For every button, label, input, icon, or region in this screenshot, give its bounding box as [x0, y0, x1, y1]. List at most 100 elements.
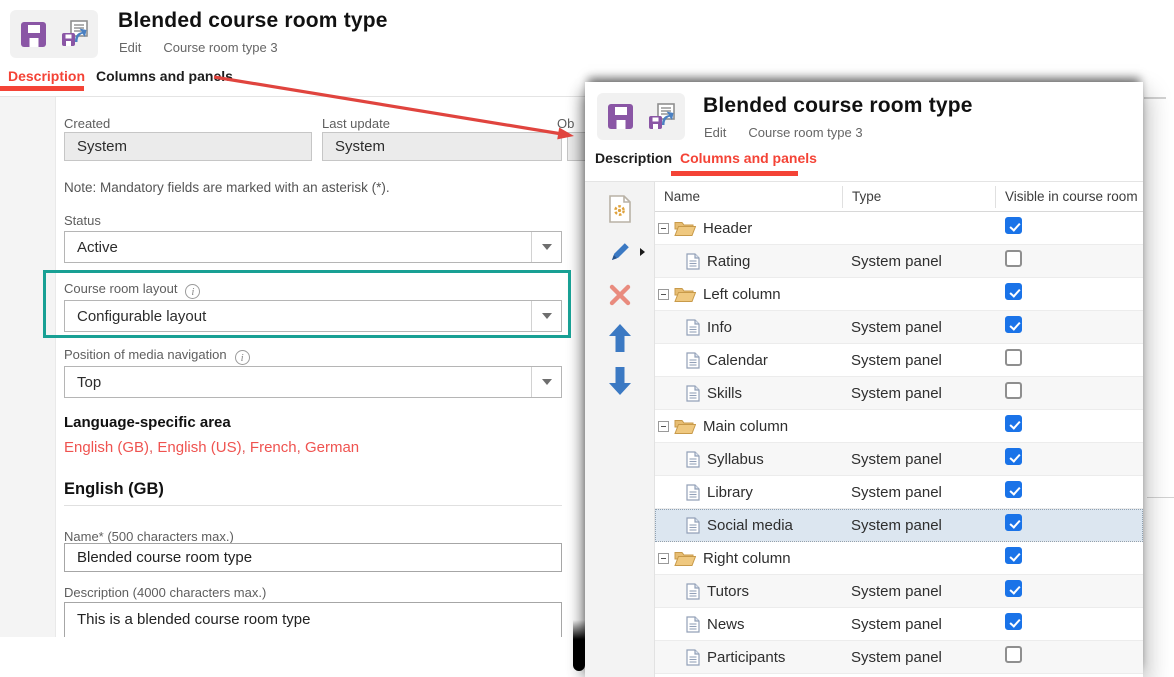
visible-checkbox[interactable] — [1005, 514, 1022, 531]
delete-button[interactable] — [603, 280, 637, 310]
info-icon[interactable]: i — [185, 284, 200, 299]
page-edge-fragment — [1147, 497, 1174, 498]
column-header-type[interactable]: Type — [842, 186, 995, 208]
info-icon[interactable]: i — [235, 350, 250, 365]
left-gutter — [0, 97, 56, 637]
document-icon — [686, 253, 700, 270]
visible-checkbox[interactable] — [1005, 250, 1022, 267]
save-button[interactable] — [20, 21, 47, 48]
tab-description[interactable]: Description — [595, 150, 672, 166]
table-row[interactable]: Left column — [655, 278, 1143, 311]
collapse-icon[interactable] — [658, 223, 669, 234]
document-icon — [686, 616, 700, 633]
table-row[interactable]: CalendarSystem panel — [655, 344, 1143, 377]
visible-checkbox[interactable] — [1005, 646, 1022, 663]
table-row[interactable]: Right column — [655, 542, 1143, 575]
visible-checkbox[interactable] — [1005, 316, 1022, 333]
row-type: System panel — [842, 385, 995, 402]
page-title: Blended course room type — [118, 9, 388, 33]
description-input[interactable]: This is a blended course room type — [64, 602, 562, 637]
page-edge-fragment — [1144, 97, 1166, 99]
tab-columns-and-panels[interactable]: Columns and panels — [680, 150, 817, 166]
save-and-close-icon — [648, 103, 676, 131]
visible-checkbox[interactable] — [1005, 283, 1022, 300]
folder-open-icon — [674, 550, 696, 567]
flyout-arrow-icon — [640, 248, 645, 256]
row-name: Main column — [703, 418, 788, 435]
panel-document-icon — [686, 583, 700, 600]
tab-description[interactable]: Description — [8, 68, 85, 84]
table-row[interactable]: ParticipantsSystem panel — [655, 641, 1143, 674]
language-link[interactable]: French — [250, 439, 297, 456]
panel-document-icon — [686, 253, 700, 270]
save-button[interactable] — [607, 103, 634, 130]
column-header-name[interactable]: Name — [655, 186, 842, 208]
language-separator: , — [242, 439, 250, 456]
breadcrumb: EditCourse room type 3 — [119, 40, 278, 55]
panel-document-icon — [686, 517, 700, 534]
visible-checkbox[interactable] — [1005, 580, 1022, 597]
row-type: System panel — [842, 616, 995, 633]
table-row[interactable]: InfoSystem panel — [655, 311, 1143, 344]
visible-checkbox[interactable] — [1005, 613, 1022, 630]
panel-document-icon — [686, 385, 700, 402]
edit-pencil-icon — [608, 240, 632, 264]
language-link[interactable]: English (GB) — [64, 439, 149, 456]
folder-icon — [674, 286, 696, 303]
edit-button[interactable] — [603, 237, 637, 267]
visible-checkbox[interactable] — [1005, 547, 1022, 564]
collapse-icon[interactable] — [658, 289, 669, 300]
language-link[interactable]: German — [305, 439, 359, 456]
active-tab-underline — [0, 86, 84, 91]
name-input[interactable]: Blended course room type — [64, 543, 562, 572]
table-row[interactable]: TutorsSystem panel — [655, 575, 1143, 608]
visible-checkbox[interactable] — [1005, 415, 1022, 432]
move-down-icon — [608, 366, 632, 396]
columns-panel-window: Blended course room type EditCourse room… — [585, 82, 1143, 677]
document-icon — [686, 319, 700, 336]
visible-checkbox[interactable] — [1005, 382, 1022, 399]
move-up-button[interactable] — [603, 323, 637, 353]
table-row[interactable]: Header — [655, 212, 1143, 245]
chevron-down-icon — [531, 301, 561, 331]
row-name: Info — [707, 319, 732, 336]
move-down-button[interactable] — [603, 366, 637, 396]
save-icon — [20, 21, 47, 48]
visible-checkbox[interactable] — [1005, 349, 1022, 366]
row-type: System panel — [842, 484, 995, 501]
row-name: Library — [707, 484, 753, 501]
save-and-close-button[interactable] — [648, 103, 676, 131]
table-row[interactable]: Rating System panel — [655, 245, 1143, 278]
course-room-layout-select[interactable]: Configurable layout — [64, 300, 562, 332]
table-row[interactable]: SyllabusSystem panel — [655, 443, 1143, 476]
language-link[interactable]: English (US) — [157, 439, 241, 456]
status-select[interactable]: Active — [64, 231, 562, 263]
language-area-heading: Language-specific area — [64, 414, 231, 431]
table-row[interactable]: NewsSystem panel — [655, 608, 1143, 641]
section-rule — [64, 505, 562, 506]
folder-icon — [674, 550, 696, 567]
save-icon — [607, 103, 634, 130]
table-row[interactable]: Library System panel — [655, 476, 1143, 509]
folder-open-icon — [674, 418, 696, 435]
row-type: System panel — [842, 253, 995, 270]
folder-icon — [674, 220, 696, 237]
row-name: Syllabus — [707, 451, 764, 468]
chevron-down-icon — [531, 367, 561, 397]
collapse-icon[interactable] — [658, 421, 669, 432]
table-row[interactable]: Social mediaSystem panel — [655, 509, 1143, 542]
created-field: System — [64, 132, 312, 161]
new-panel-button[interactable] — [603, 194, 637, 224]
media-nav-select[interactable]: Top — [64, 366, 562, 398]
table-row[interactable]: SkillsSystem panel — [655, 377, 1143, 410]
tab-columns-and-panels[interactable]: Columns and panels — [96, 68, 233, 84]
collapse-icon[interactable] — [658, 553, 669, 564]
table-row[interactable]: Main column — [655, 410, 1143, 443]
column-header-visible[interactable]: Visible in course room — [995, 186, 1143, 208]
row-name: Rating — [707, 253, 750, 270]
breadcrumb: EditCourse room type 3 — [704, 125, 863, 140]
visible-checkbox[interactable] — [1005, 481, 1022, 498]
visible-checkbox[interactable] — [1005, 448, 1022, 465]
save-and-close-button[interactable] — [61, 20, 89, 48]
visible-checkbox[interactable] — [1005, 217, 1022, 234]
